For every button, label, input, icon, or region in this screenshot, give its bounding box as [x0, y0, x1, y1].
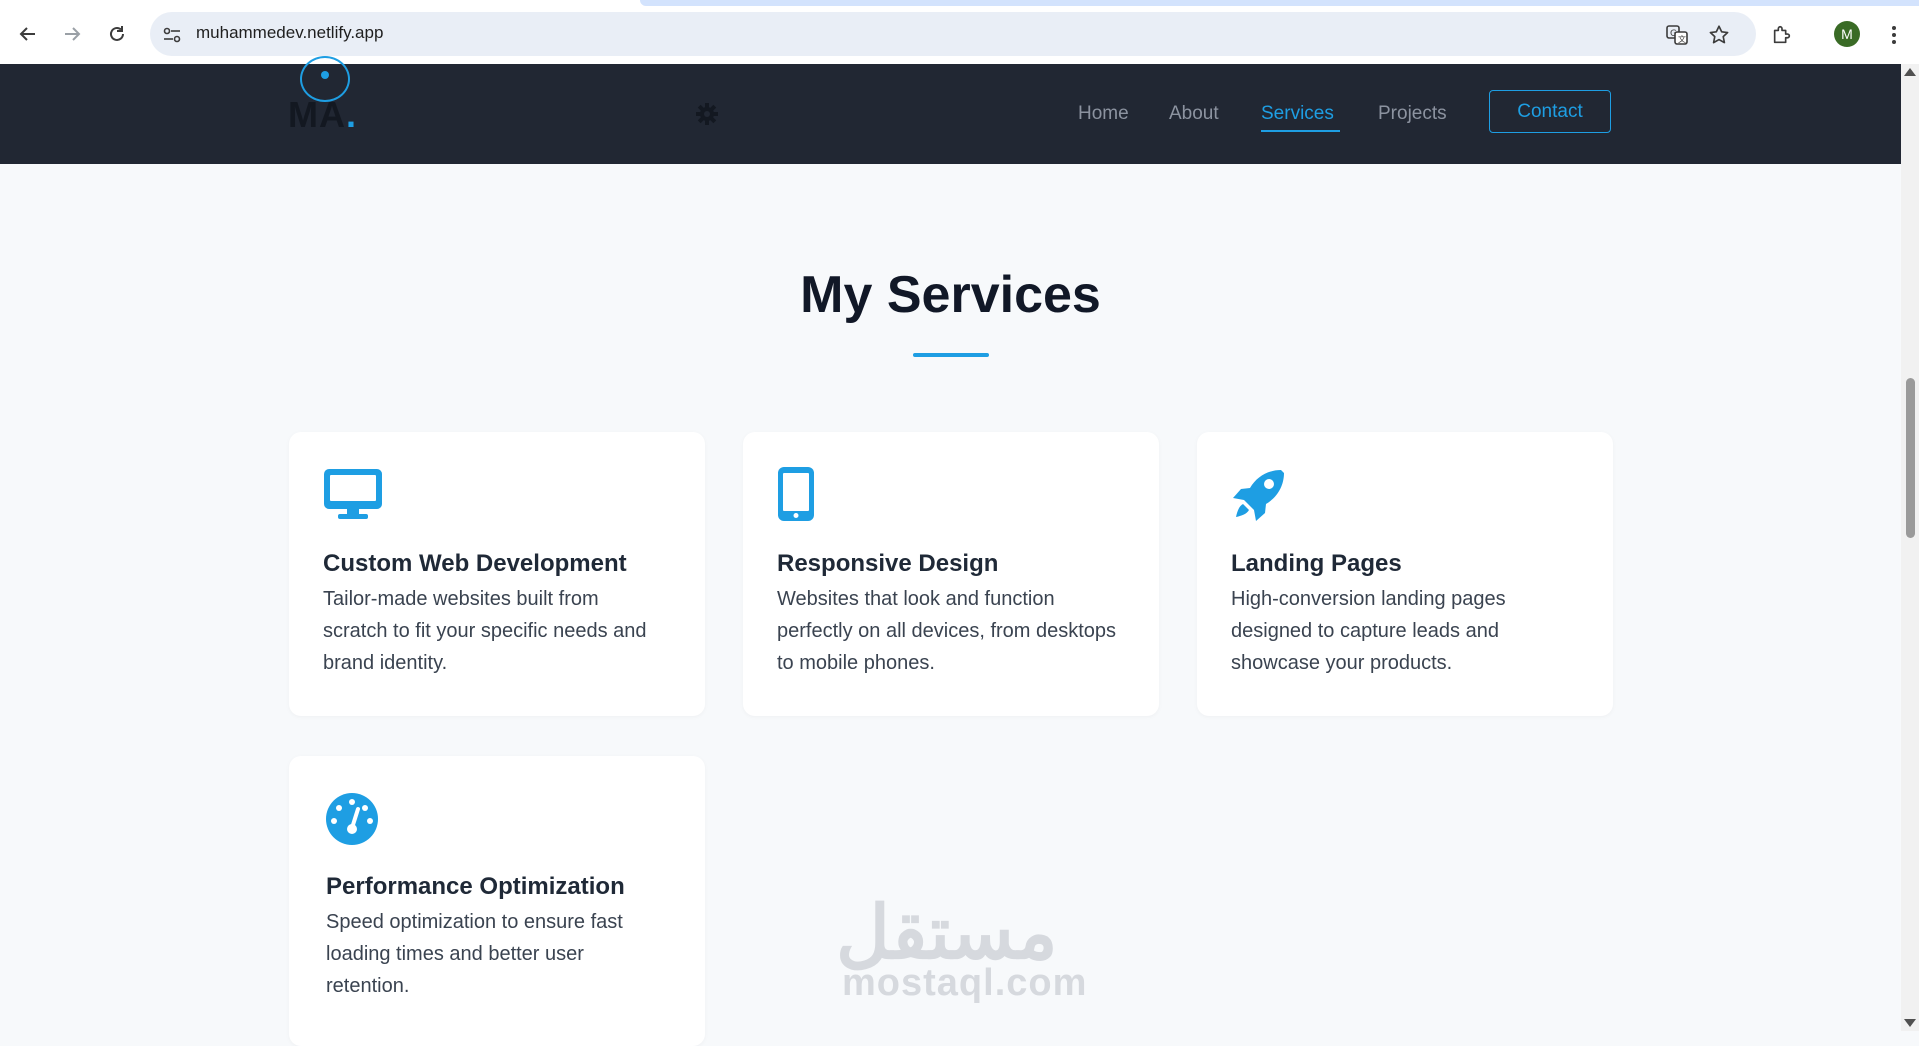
svg-text:文: 文: [1678, 34, 1686, 44]
title-underline: [913, 353, 989, 357]
logo-text: MA: [288, 94, 346, 135]
logo[interactable]: MA.: [288, 94, 357, 136]
bookmark-star-icon[interactable]: [1706, 22, 1732, 48]
watermark-latin: mostaql.com: [842, 962, 1088, 1004]
scrollbar-track[interactable]: [1901, 64, 1919, 1031]
back-button[interactable]: [10, 16, 46, 52]
logo-accent-dot: .: [346, 94, 358, 135]
gauge-icon: [325, 792, 389, 856]
service-title: Custom Web Development: [323, 550, 627, 577]
address-bar[interactable]: [150, 12, 1756, 56]
nav-services[interactable]: Services: [1261, 103, 1334, 125]
service-title: Landing Pages: [1231, 550, 1402, 577]
site-info-icon[interactable]: [161, 24, 183, 46]
mobile-icon: [777, 466, 841, 530]
arrow-right-icon: [65, 27, 81, 41]
scroll-down-arrow-icon[interactable]: [1904, 1019, 1916, 1027]
translate-icon[interactable]: G文: [1664, 22, 1690, 48]
scroll-up-arrow-icon[interactable]: [1904, 68, 1916, 76]
service-title: Responsive Design: [777, 550, 999, 577]
nav-projects[interactable]: Projects: [1378, 103, 1447, 125]
reload-icon: [110, 26, 124, 41]
reload-button[interactable]: [99, 16, 135, 52]
service-description: Speed optimization to ensure fast loadin…: [326, 911, 623, 997]
tab-strip: [640, 0, 1919, 6]
rocket-icon: [1231, 466, 1295, 530]
contact-button[interactable]: Contact: [1489, 90, 1611, 133]
scrollbar-thumb[interactable]: [1906, 378, 1915, 538]
menu-kebab-icon[interactable]: [1882, 22, 1906, 48]
nav-home[interactable]: Home: [1078, 103, 1129, 125]
service-description: Websites that look and function perfectl…: [777, 588, 1117, 674]
logo-dot: [321, 71, 329, 79]
extensions-icon[interactable]: [1768, 21, 1796, 49]
section-title: My Services: [800, 266, 1101, 324]
service-description: High-conversion landing pages designed t…: [1231, 588, 1506, 674]
arrow-left-icon: [19, 27, 35, 41]
desktop-icon: [323, 466, 387, 530]
url-text[interactable]: muhammedev.netlify.app: [196, 23, 383, 43]
theme-toggle-gear-icon[interactable]: [694, 101, 720, 127]
nav-active-indicator: [1261, 130, 1340, 132]
service-title: Performance Optimization: [326, 873, 625, 900]
forward-button[interactable]: [54, 16, 90, 52]
service-description: Tailor-made websites built from scratch …: [323, 588, 647, 674]
profile-avatar[interactable]: M: [1834, 21, 1860, 47]
nav-about[interactable]: About: [1169, 103, 1219, 125]
site-header: [0, 64, 1901, 164]
